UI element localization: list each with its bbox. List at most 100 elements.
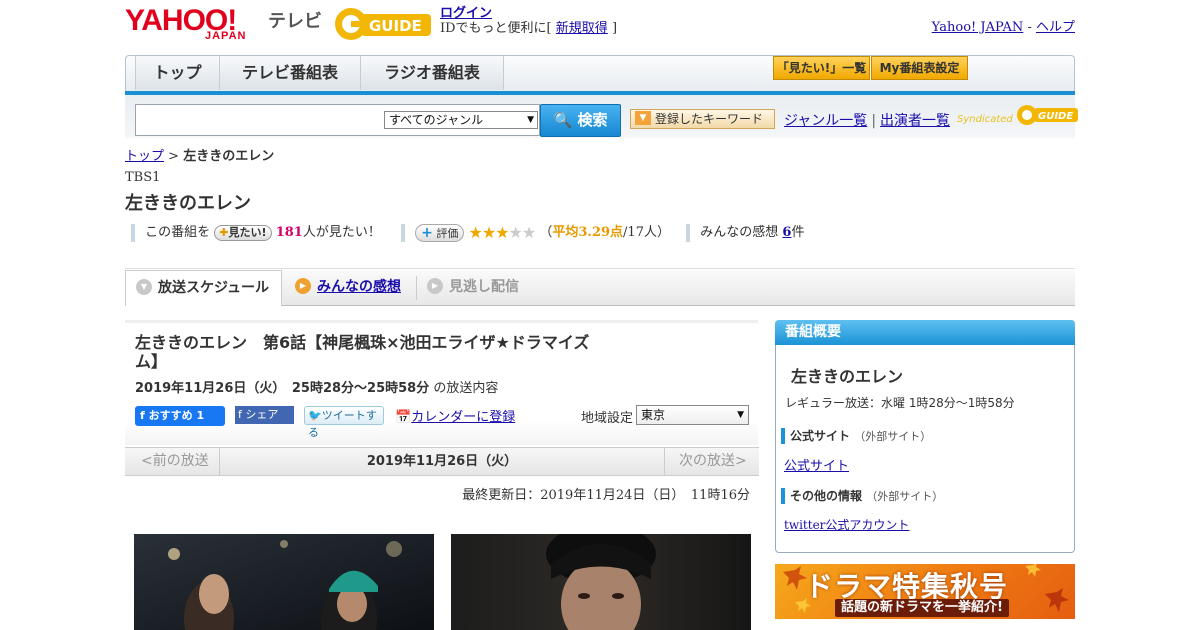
mitai-suffix: 人が見たい！ xyxy=(302,225,381,240)
episode-date-suffix: の放送内容 xyxy=(433,381,499,396)
pager-current-date: 2019年11月26日（火） xyxy=(366,454,518,469)
star-empty-icon: ★ xyxy=(508,223,523,242)
genre-list-link[interactable]: ジャンル一覧 xyxy=(784,113,867,129)
registered-keyword-button[interactable]: ▼ 登録したキーワード xyxy=(630,109,775,129)
breadcrumb-separator: > xyxy=(168,149,180,164)
syndicated-label: Syndicated GUIDE xyxy=(957,105,1078,126)
stat-divider xyxy=(400,223,405,242)
top-right-links: Yahoo! JAPAN - ヘルプ xyxy=(932,16,1075,35)
svg-text:GUIDE: GUIDE xyxy=(1038,111,1073,122)
yahoo-japan-link[interactable]: Yahoo! JAPAN xyxy=(932,20,1024,35)
dropdown-arrow-icon: ▼ xyxy=(527,115,534,125)
tab-separator xyxy=(416,276,417,300)
facebook-recommend-button[interactable]: f おすすめ 1 xyxy=(135,406,225,426)
registered-keyword-label: 登録したキーワード xyxy=(655,112,764,126)
chevron-right-icon: ▶ xyxy=(427,278,443,294)
nav-tab-radio-schedule[interactable]: ラジオ番組表 xyxy=(361,56,504,90)
link-dash: - xyxy=(1027,20,1032,35)
nav-tab-tv-schedule[interactable]: テレビ番組表 xyxy=(220,56,361,90)
breadcrumb-top-link[interactable]: トップ xyxy=(125,149,164,164)
chevron-down-icon: ▼ xyxy=(635,111,651,125)
rating-button-label: 評価 xyxy=(436,226,459,240)
episode-title: 左ききのエレン 第6話【神尾楓珠×池田エライザ★ドラマイズム】 xyxy=(135,333,590,371)
gguide-small-logo: GUIDE xyxy=(1016,105,1078,125)
genre-select-value: すべてのジャンル xyxy=(389,113,484,127)
tab-reviews-link[interactable]: みんなの感想 xyxy=(317,279,401,295)
help-link[interactable]: ヘルプ xyxy=(1036,20,1075,35)
next-broadcast-button[interactable]: 次の放送> xyxy=(664,448,759,475)
star-icon: ★ xyxy=(481,223,496,242)
nav-tab-top[interactable]: トップ xyxy=(135,56,220,90)
tv-label[interactable]: テレビ xyxy=(268,7,322,33)
svg-text:GUIDE: GUIDE xyxy=(369,17,422,35)
mitai-button[interactable]: ✚見たい! xyxy=(214,224,272,241)
facebook-icon: f xyxy=(140,409,145,422)
plus-icon: ✚ xyxy=(219,225,229,239)
twitter-account-link[interactable]: twitter公式アカウント xyxy=(784,516,909,533)
banner-subline: 話題の新ドラマを一挙紹介! xyxy=(835,599,1009,617)
rating-average: 平均3.29点 xyxy=(552,225,624,240)
kansou-unit: 件 xyxy=(791,225,805,240)
episode-photo xyxy=(451,534,751,630)
id-text-suffix: ] xyxy=(611,21,618,36)
program-stats: この番組を ✚見たい! 181人が見たい！ + 評価 ★★★★★ （平均3.29… xyxy=(131,221,805,242)
yahoo-japan-logo-sub: JAPAN xyxy=(205,30,247,42)
chevron-right-icon: ▶ xyxy=(295,278,311,294)
login-box: ログイン IDでもっと便利に[ 新規取得 ] xyxy=(440,6,617,36)
facebook-share-label: シェア xyxy=(245,408,279,421)
facebook-recommend-label: おすすめ 1 xyxy=(148,409,205,422)
tab-schedule[interactable]: ▼ 放送スケジュール xyxy=(125,270,282,306)
my-schedule-settings-button[interactable]: My番組表設定 xyxy=(871,56,968,80)
tab-missed[interactable]: ▶ 見逃し配信 xyxy=(427,270,519,306)
breadcrumb: トップ > 左ききのエレン xyxy=(125,145,274,164)
mitai-list-button[interactable]: 「見たい!」一覧 xyxy=(773,56,870,80)
official-site-link[interactable]: 公式サイト xyxy=(784,455,849,474)
link-separator: | xyxy=(871,113,877,129)
search-links: ジャンル一覧 | 出演者一覧 xyxy=(784,110,950,130)
mitai-count: 181 xyxy=(275,225,303,240)
last-updated: 最終更新日：2019年11月24日（日） 11時16分 xyxy=(462,488,750,503)
external-site-note: （外部サイト） xyxy=(854,430,932,443)
star-icon: ★ xyxy=(468,223,483,242)
tab-reviews[interactable]: ▶ みんなの感想 xyxy=(295,270,401,306)
calendar-register[interactable]: 📅カレンダーに登録 xyxy=(395,406,515,425)
region-label: 地域設定 xyxy=(581,411,634,426)
regular-broadcast: レギュラー放送：水曜 1時28分～1時58分 xyxy=(785,396,1015,410)
prev-broadcast-button[interactable]: <前の放送 xyxy=(125,448,220,475)
calendar-register-link[interactable]: カレンダーに登録 xyxy=(411,410,515,425)
search-button[interactable]: 🔍 検索 xyxy=(540,104,621,137)
login-link[interactable]: ログイン xyxy=(440,6,492,21)
stat-divider xyxy=(686,223,691,242)
stats-prefix: この番組を xyxy=(145,225,211,240)
dropdown-arrow-icon: ▼ xyxy=(737,410,744,420)
facebook-icon: f xyxy=(238,408,242,421)
stat-divider xyxy=(131,223,135,242)
channel-name: TBS1 xyxy=(125,170,161,185)
rating-stars: ★★★★★ xyxy=(468,223,537,242)
tab-missed-label: 見逃し配信 xyxy=(449,279,519,295)
tweet-button[interactable]: 🐦ツイートする xyxy=(304,406,384,439)
search-button-label: 検索 xyxy=(577,111,608,129)
facebook-share-button[interactable]: f シェア xyxy=(235,406,294,424)
rating-count: /17人） xyxy=(623,225,670,240)
external-site-note: （外部サイト） xyxy=(866,490,944,503)
breadcrumb-current: 左ききのエレン xyxy=(183,149,275,164)
official-site-heading: 公式サイト （外部サイト） xyxy=(781,428,931,444)
signup-link[interactable]: 新規取得 xyxy=(556,21,608,36)
page-title: 左ききのエレン xyxy=(125,193,251,214)
mitai-button-label: 見たい! xyxy=(228,225,267,239)
tab-schedule-label: 放送スケジュール xyxy=(158,280,270,296)
program-overview-heading: 番組概要 xyxy=(775,320,1075,345)
twitter-icon: 🐦 xyxy=(308,409,322,422)
rating-button[interactable]: + 評価 xyxy=(415,223,465,242)
genre-select[interactable]: すべてのジャンル ▼ xyxy=(384,111,538,129)
region-select[interactable]: 東京 ▼ xyxy=(636,405,749,425)
id-text-prefix: IDでもっと便利に[ xyxy=(440,21,552,36)
region-select-value: 東京 xyxy=(641,408,666,422)
gguide-logo[interactable]: GUIDE xyxy=(333,6,433,42)
star-empty-icon: ★ xyxy=(521,223,536,242)
performer-list-link[interactable]: 出演者一覧 xyxy=(880,113,950,129)
sidebar-program-title: 左ききのエレン xyxy=(791,367,904,386)
tabs-top-line xyxy=(125,268,1075,269)
star-icon: ★ xyxy=(495,223,509,242)
